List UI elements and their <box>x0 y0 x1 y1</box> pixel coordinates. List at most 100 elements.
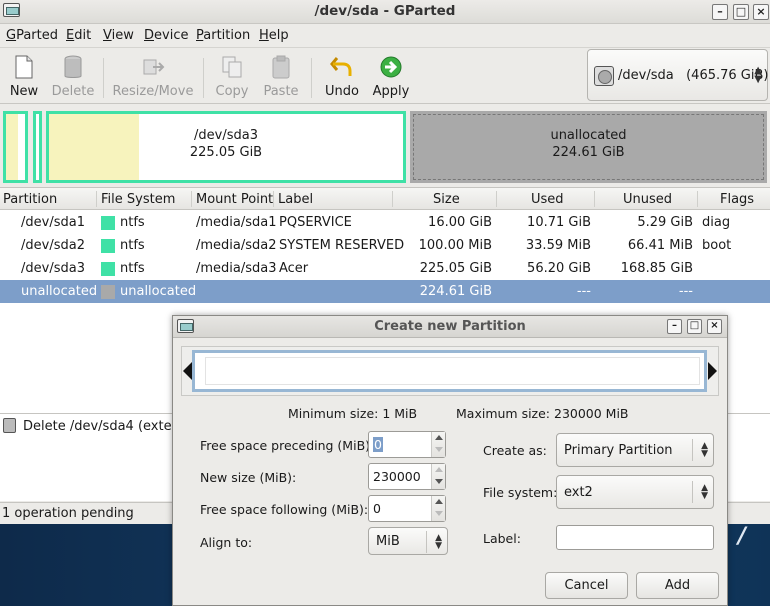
menu-help[interactable]: Help <box>259 28 289 43</box>
spin-up-icon[interactable] <box>435 499 443 504</box>
cell-used: 10.71 GiB <box>527 215 591 230</box>
spin-down-icon[interactable] <box>435 479 443 484</box>
add-button[interactable]: Add <box>636 572 719 599</box>
cell-size: 100.00 MiB <box>418 238 492 253</box>
diskmap-sda2[interactable] <box>33 111 42 183</box>
col-flags[interactable]: Flags <box>720 192 754 207</box>
diskmap-unallocated[interactable]: unallocated 224.61 GiB <box>410 111 767 183</box>
create-partition-dialog: Create new Partition – □ × Minimum size:… <box>172 315 728 606</box>
table-row[interactable]: /dev/sda1 ntfs /media/sda1 PQSERVICE 16.… <box>0 211 770 234</box>
spin-up-icon[interactable] <box>435 435 443 440</box>
fs-color-swatch <box>101 285 115 299</box>
cell-partition: unallocated <box>21 284 98 299</box>
col-used[interactable]: Used <box>531 192 564 207</box>
cell-used: 33.59 MiB <box>525 238 591 253</box>
dialog-titlebar: Create new Partition – □ × <box>173 316 727 338</box>
resize-left-handle-icon[interactable] <box>183 362 192 380</box>
free-preceding-spinbox[interactable]: 0 <box>368 431 446 458</box>
menu-view[interactable]: View <box>103 28 134 43</box>
dialog-maximize-button[interactable]: □ <box>687 319 702 334</box>
resize-move-button[interactable]: Resize/Move <box>110 52 196 102</box>
col-label[interactable]: Label <box>278 192 313 207</box>
close-button[interactable]: × <box>753 4 769 20</box>
free-following-value: 0 <box>373 501 381 516</box>
cell-size: 224.61 GiB <box>419 284 492 299</box>
create-as-combobox[interactable]: Primary Partition ▲ ▼ <box>556 433 714 467</box>
cell-partition: /dev/sda2 <box>21 238 85 253</box>
cancel-label: Cancel <box>564 578 609 593</box>
operation-item[interactable]: Delete /dev/sda4 (extende <box>23 419 196 434</box>
cell-partition: /dev/sda3 <box>21 261 85 276</box>
apply-button[interactable]: Apply <box>361 52 421 102</box>
align-combobox[interactable]: MiB ▲ ▼ <box>368 527 448 555</box>
cell-filesystem: ntfs <box>120 215 145 230</box>
toolbar-separator <box>103 58 104 98</box>
minimize-button[interactable]: – <box>712 4 728 20</box>
spin-down-icon[interactable] <box>435 511 443 516</box>
device-name: /dev/sda <box>618 68 674 83</box>
cell-unused: 5.29 GiB <box>637 215 693 230</box>
dialog-title: Create new Partition <box>374 319 526 334</box>
filesystem-label: File system: <box>483 485 558 500</box>
resize-icon <box>143 59 165 75</box>
table-row[interactable]: /dev/sda2 ntfs /media/sda2 SYSTEM RESERV… <box>0 234 770 257</box>
cell-partition: /dev/sda1 <box>21 215 85 230</box>
partition-resizer[interactable] <box>181 346 719 396</box>
spin-down-icon[interactable] <box>435 447 443 452</box>
menu-device[interactable]: Device <box>144 28 188 43</box>
col-unused[interactable]: Unused <box>623 192 672 207</box>
window-titlebar: /dev/sda - GParted – □ × <box>0 0 770 24</box>
cell-flags: boot <box>702 238 732 253</box>
cell-size: 225.05 GiB <box>419 261 492 276</box>
free-following-label: Free space following (MiB): <box>200 502 369 517</box>
fs-color-swatch <box>101 239 115 253</box>
delete-label: Delete <box>51 84 95 99</box>
add-label: Add <box>664 578 691 593</box>
table-header: Partition File System Mount Point Label … <box>0 187 770 210</box>
device-selector[interactable]: /dev/sda (465.76 GiB) ▲ ▼ <box>587 49 768 101</box>
create-as-value: Primary Partition <box>564 443 673 458</box>
diskmap-sda1[interactable] <box>3 111 28 183</box>
diskmap-sda3-name: /dev/sda3 <box>194 128 258 143</box>
col-size[interactable]: Size <box>433 192 460 207</box>
align-value: MiB <box>376 534 400 549</box>
free-preceding-label: Free space preceding (MiB): <box>200 438 375 453</box>
partition-label-input[interactable] <box>556 525 714 550</box>
resize-right-handle-icon[interactable] <box>708 362 717 380</box>
diskmap-sda3[interactable]: /dev/sda3 225.05 GiB <box>46 111 406 183</box>
cell-used: --- <box>576 284 591 299</box>
dialog-minimize-button[interactable]: – <box>667 319 682 334</box>
menubar: GParted Edit View Device Partition Help <box>0 24 770 46</box>
delete-button[interactable]: Delete <box>43 52 103 102</box>
menu-edit[interactable]: Edit <box>66 28 91 43</box>
maximize-button[interactable]: □ <box>733 4 749 20</box>
table-row-selected[interactable]: unallocated unallocated 224.61 GiB --- -… <box>0 280 770 303</box>
paste-button[interactable]: Paste <box>251 52 311 102</box>
spin-up-icon[interactable] <box>435 467 443 472</box>
undo-arrow-icon <box>330 57 352 76</box>
col-filesystem[interactable]: File System <box>101 192 175 207</box>
new-size-spinbox[interactable]: 230000 <box>368 463 446 490</box>
used-area <box>6 114 18 180</box>
cell-unused: --- <box>678 284 693 299</box>
align-label: Align to: <box>200 535 253 550</box>
cell-mountpoint: /media/sda2 <box>196 238 277 253</box>
window-title: /dev/sda - GParted <box>314 3 456 19</box>
free-following-spinbox[interactable]: 0 <box>368 495 446 522</box>
menu-partition[interactable]: Partition <box>196 28 250 43</box>
new-size-value: 230000 <box>373 469 421 484</box>
copy-icon <box>222 56 242 78</box>
cell-flags: diag <box>702 215 731 230</box>
dialog-close-button[interactable]: × <box>707 319 722 334</box>
filesystem-combobox[interactable]: ext2 ▲ ▼ <box>556 475 714 509</box>
max-size-label: Maximum size: 230000 MiB <box>456 406 629 421</box>
cancel-button[interactable]: Cancel <box>545 572 628 599</box>
cell-used: 56.20 GiB <box>527 261 591 276</box>
col-partition[interactable]: Partition <box>3 192 57 207</box>
menu-gparted[interactable]: GParted <box>6 28 58 43</box>
resizer-track[interactable] <box>192 350 707 392</box>
col-mountpoint[interactable]: Mount Point <box>196 192 273 207</box>
diskmap-unallocated-size: 224.61 GiB <box>552 145 625 160</box>
free-preceding-value: 0 <box>373 437 383 452</box>
table-row[interactable]: /dev/sda3 ntfs /media/sda3 Acer 225.05 G… <box>0 257 770 280</box>
